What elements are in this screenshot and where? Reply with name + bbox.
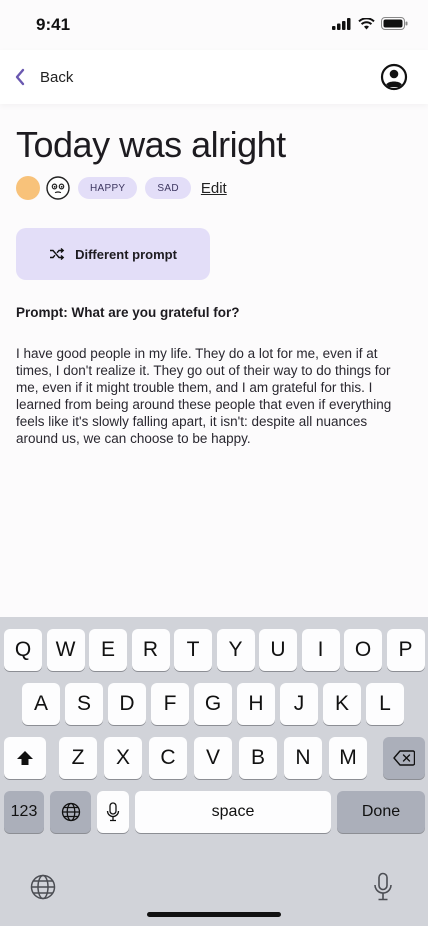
key-z[interactable]: Z [59, 737, 97, 779]
edit-moods-link[interactable]: Edit [201, 180, 227, 197]
key-v[interactable]: V [194, 737, 232, 779]
profile-icon[interactable] [380, 63, 408, 91]
key-l[interactable]: L [366, 683, 404, 725]
mood-row: HAPPY SAD Edit [16, 176, 227, 200]
key-s[interactable]: S [65, 683, 103, 725]
keyboard-row-4: 123 space Done [0, 791, 428, 833]
shuffle-icon [50, 247, 65, 261]
prompt-text: Prompt: What are you grateful for? [16, 305, 240, 320]
space-key[interactable]: space [135, 791, 331, 833]
neutral-face-icon [46, 176, 70, 200]
key-d[interactable]: D [108, 683, 146, 725]
emoji-globe-key[interactable] [50, 791, 91, 833]
battery-icon [381, 17, 408, 30]
key-g[interactable]: G [194, 683, 232, 725]
key-e[interactable]: E [89, 629, 127, 671]
mic-icon[interactable] [373, 872, 393, 902]
backspace-icon [393, 750, 415, 766]
key-w[interactable]: W [46, 629, 85, 671]
dictation-key[interactable] [97, 791, 129, 833]
wifi-icon [358, 17, 375, 29]
keyboard-row-3: Z X C V B N M [0, 737, 428, 779]
status-bar: 9:41 [0, 0, 428, 50]
different-prompt-button[interactable]: Different prompt [16, 228, 210, 280]
entry-title: Today was alright [16, 124, 286, 165]
back-label: Back [40, 68, 74, 86]
mood-happy-dot [16, 176, 40, 200]
mood-chip-sad: SAD [145, 177, 191, 199]
key-b[interactable]: B [239, 737, 277, 779]
signal-icon [332, 17, 351, 30]
key-f[interactable]: F [151, 683, 189, 725]
key-y[interactable]: Y [216, 629, 255, 671]
key-x[interactable]: X [104, 737, 142, 779]
mic-icon [106, 802, 120, 822]
numbers-key[interactable]: 123 [4, 791, 44, 833]
backspace-key[interactable] [383, 737, 425, 779]
key-c[interactable]: C [149, 737, 187, 779]
shift-icon [17, 751, 33, 765]
nav-bar: Back [0, 50, 428, 104]
key-q[interactable]: Q [4, 629, 42, 671]
status-time: 9:41 [36, 15, 71, 34]
home-indicator[interactable] [147, 912, 281, 917]
key-n[interactable]: N [284, 737, 322, 779]
shift-key[interactable] [4, 737, 46, 779]
keyboard-row-1: Q W E R T Y U I O P [0, 629, 428, 671]
key-p[interactable]: P [386, 629, 425, 671]
key-r[interactable]: R [131, 629, 170, 671]
back-button[interactable]: Back [14, 63, 73, 91]
globe-icon [61, 802, 80, 822]
key-i[interactable]: I [301, 629, 340, 671]
back-chevron-icon [15, 68, 25, 86]
key-o[interactable]: O [344, 629, 382, 671]
key-m[interactable]: M [329, 737, 367, 779]
status-icons [332, 17, 408, 30]
key-h[interactable]: H [237, 683, 275, 725]
mood-chip-happy: HAPPY [78, 177, 138, 199]
key-a[interactable]: A [22, 683, 60, 725]
key-u[interactable]: U [259, 629, 297, 671]
key-j[interactable]: J [280, 683, 318, 725]
key-k[interactable]: K [323, 683, 361, 725]
done-key[interactable]: Done [337, 791, 425, 833]
keyboard-row-2: A S D F G H J K L [0, 683, 428, 725]
key-t[interactable]: T [174, 629, 212, 671]
globe-icon[interactable] [30, 874, 56, 900]
different-prompt-label: Different prompt [75, 246, 177, 262]
entry-body-text[interactable]: I have good people in my life. They do a… [16, 345, 412, 447]
